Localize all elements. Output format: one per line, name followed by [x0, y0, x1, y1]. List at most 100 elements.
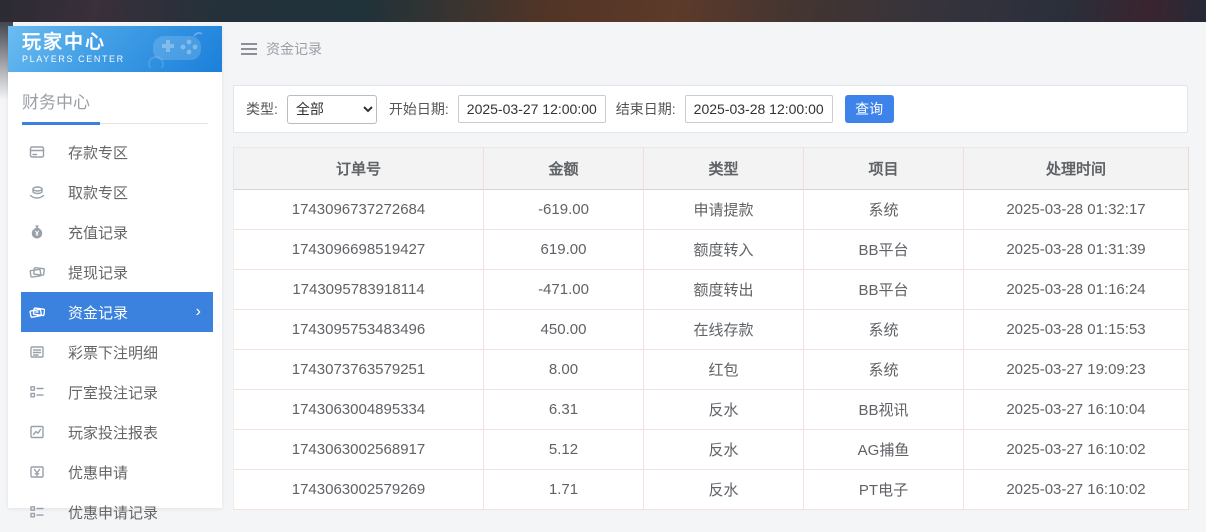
recharge-record-icon: [29, 224, 45, 240]
sidebar-item-promo-apply[interactable]: 优惠申请: [21, 452, 213, 492]
table-cell: 1743096737272684: [234, 190, 484, 230]
table-cell: 2025-03-27 16:10:04: [964, 390, 1189, 430]
table-row: 1743096698519427619.00额度转入BB平台2025-03-28…: [234, 230, 1189, 270]
table-cell: 申请提款: [644, 190, 804, 230]
chevron-right-icon: ›: [196, 304, 201, 320]
sidebar-header: 玩家中心 PLAYERS CENTER: [8, 26, 222, 72]
table-cell: 额度转入: [644, 230, 804, 270]
column-header: 金额: [484, 148, 644, 190]
table-cell: BB平台: [804, 270, 964, 310]
column-header: 类型: [644, 148, 804, 190]
table-cell: 1743095783918114: [234, 270, 484, 310]
table-cell: 1.71: [484, 470, 644, 510]
search-button[interactable]: 查询: [845, 95, 894, 123]
table-row: 17430630025792691.71反水PT电子2025-03-27 16:…: [234, 470, 1189, 510]
table-cell: 8.00: [484, 350, 644, 390]
sidebar-item-label: 充值记录: [68, 222, 128, 243]
lottery-detail-icon: [29, 344, 45, 360]
end-date-input[interactable]: [685, 95, 833, 123]
table-cell: 1743063004895334: [234, 390, 484, 430]
column-header: 项目: [804, 148, 964, 190]
funds-record-icon: [29, 304, 45, 320]
table-cell: 1743063002579269: [234, 470, 484, 510]
table-cell: 反水: [644, 430, 804, 470]
table-cell: 系统: [804, 350, 964, 390]
table-row: 1743095753483496450.00在线存款系统2025-03-28 0…: [234, 310, 1189, 350]
table-cell: 2025-03-28 01:16:24: [964, 270, 1189, 310]
hall-bet-record-icon: [29, 384, 45, 400]
table-header-row: 订单号金额类型项目处理时间: [234, 148, 1189, 190]
table-cell: 系统: [804, 310, 964, 350]
sidebar-item-label: 玩家投注报表: [68, 422, 158, 443]
table-row: 17430630048953346.31反水BB视讯2025-03-27 16:…: [234, 390, 1189, 430]
sidebar-item-label: 取款专区: [68, 182, 128, 203]
type-label: 类型:: [246, 99, 278, 119]
breadcrumb: 资金记录: [241, 39, 322, 59]
table-cell: 2025-03-27 16:10:02: [964, 470, 1189, 510]
sidebar-section-title: 财务中心: [22, 88, 208, 113]
sidebar-item-recharge-record[interactable]: 充值记录: [21, 212, 213, 252]
table-cell: PT电子: [804, 470, 964, 510]
table-cell: 反水: [644, 390, 804, 430]
table-cell: 1743096698519427: [234, 230, 484, 270]
table-row: 1743095783918114-471.00额度转出BB平台2025-03-2…: [234, 270, 1189, 310]
table-cell: 系统: [804, 190, 964, 230]
sidebar: 玩家中心 PLAYERS CENTER 财务中心 存款专区取款专区充值记录提现记…: [8, 26, 222, 508]
sidebar-item-label: 厅室投注记录: [68, 382, 158, 403]
table-cell: 6.31: [484, 390, 644, 430]
sidebar-item-withdrawal-record[interactable]: 提现记录: [21, 252, 213, 292]
table-row: 17430630025689175.12反水AG捕鱼2025-03-27 16:…: [234, 430, 1189, 470]
promo-apply-icon: [29, 464, 45, 480]
end-date-label: 结束日期:: [616, 99, 676, 119]
table-cell: 619.00: [484, 230, 644, 270]
deposit-icon: [29, 144, 45, 160]
table-cell: 1743073763579251: [234, 350, 484, 390]
menu-toggle-icon[interactable]: [241, 40, 257, 58]
sidebar-item-deposit[interactable]: 存款专区: [21, 132, 213, 172]
sidebar-item-label: 彩票下注明细: [68, 342, 158, 363]
start-date-input[interactable]: [458, 95, 606, 123]
sidebar-item-label: 优惠申请: [68, 462, 128, 483]
page-title: 资金记录: [266, 39, 322, 59]
sidebar-item-funds-record[interactable]: 资金记录›: [21, 292, 213, 332]
table-cell: 1743095753483496: [234, 310, 484, 350]
sidebar-item-label: 优惠申请记录: [68, 502, 158, 523]
table-cell: 2025-03-28 01:32:17: [964, 190, 1189, 230]
column-header: 订单号: [234, 148, 484, 190]
sidebar-item-label: 存款专区: [68, 142, 128, 163]
withdrawal-record-icon: [29, 264, 45, 280]
table-cell: 2025-03-27 16:10:02: [964, 430, 1189, 470]
withdraw-icon: [29, 184, 45, 200]
table-cell: 2025-03-28 01:31:39: [964, 230, 1189, 270]
type-select[interactable]: 全部: [287, 95, 377, 124]
start-date-label: 开始日期:: [389, 99, 449, 119]
table-cell: 反水: [644, 470, 804, 510]
sidebar-item-hall-bet-record[interactable]: 厅室投注记录: [21, 372, 213, 412]
table-cell: AG捕鱼: [804, 430, 964, 470]
sidebar-item-promo-record[interactable]: 优惠申请记录: [21, 492, 213, 532]
table-cell: -619.00: [484, 190, 644, 230]
table-cell: BB视讯: [804, 390, 964, 430]
table-cell: 在线存款: [644, 310, 804, 350]
player-bet-report-icon: [29, 424, 45, 440]
table-cell: 2025-03-28 01:15:53: [964, 310, 1189, 350]
funds-record-table: 订单号金额类型项目处理时间 1743096737272684-619.00申请提…: [233, 147, 1188, 510]
sidebar-menu: 存款专区取款专区充值记录提现记录资金记录› 彩票下注明细厅室投注记录玩家投注报表优…: [8, 132, 222, 532]
table-cell: 1743063002568917: [234, 430, 484, 470]
promo-record-icon: [29, 504, 45, 520]
column-header: 处理时间: [964, 148, 1189, 190]
sidebar-item-withdraw[interactable]: 取款专区: [21, 172, 213, 212]
table-cell: 2025-03-27 19:09:23: [964, 350, 1189, 390]
table-row: 1743096737272684-619.00申请提款系统2025-03-28 …: [234, 190, 1189, 230]
table-cell: 额度转出: [644, 270, 804, 310]
table-cell: 红包: [644, 350, 804, 390]
table-cell: 450.00: [484, 310, 644, 350]
sidebar-item-player-bet-report[interactable]: 玩家投注报表: [21, 412, 213, 452]
table-cell: 5.12: [484, 430, 644, 470]
table-cell: BB平台: [804, 230, 964, 270]
gamepad-icon: [134, 30, 214, 72]
sidebar-item-lottery-detail[interactable]: 彩票下注明细: [21, 332, 213, 372]
top-banner: [0, 0, 1206, 22]
table-row: 17430737635792518.00红包系统2025-03-27 19:09…: [234, 350, 1189, 390]
sidebar-item-label: 提现记录: [68, 262, 128, 283]
